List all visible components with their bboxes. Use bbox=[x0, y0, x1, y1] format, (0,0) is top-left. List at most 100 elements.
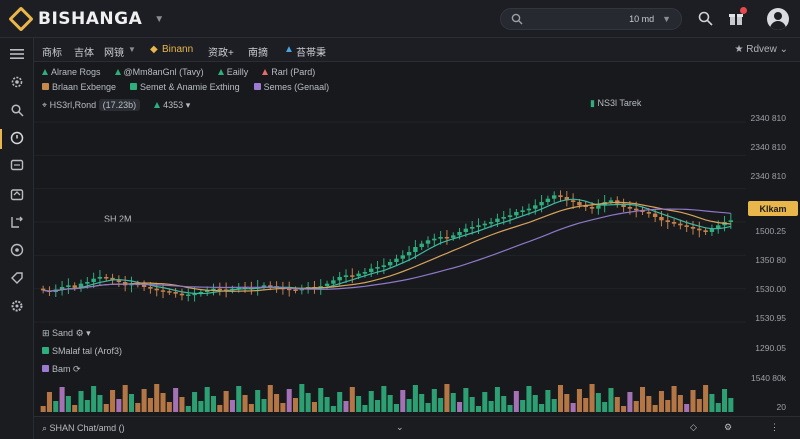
volume-bar bbox=[318, 388, 324, 412]
active-indicator bbox=[0, 129, 2, 149]
search-icon[interactable] bbox=[8, 101, 26, 119]
volume-bar bbox=[135, 403, 141, 412]
menu-item[interactable]: 南摘 bbox=[248, 44, 268, 59]
candle-body bbox=[596, 205, 601, 209]
menu-item[interactable]: 吉体 bbox=[74, 44, 94, 59]
candle-body bbox=[507, 215, 513, 217]
volume-bar bbox=[147, 398, 153, 412]
volume-bar bbox=[362, 405, 368, 412]
volume-bar bbox=[475, 406, 482, 412]
menu-item[interactable]: 网镜 bbox=[104, 44, 124, 59]
menu-item[interactable]: 商标 bbox=[42, 44, 62, 59]
volume-bar bbox=[84, 400, 90, 412]
volume-toggle[interactable]: ⊞ Sand ⚙ ▾ bbox=[42, 328, 91, 339]
chart-area[interactable]: Alrane Rogs @Mm8anGnl (Tavy) Eailly Rarl… bbox=[34, 62, 800, 439]
candle-body bbox=[703, 230, 708, 232]
transfer-icon[interactable] bbox=[8, 213, 26, 231]
menu-item[interactable]: 苔帯秉 bbox=[296, 44, 326, 59]
candle-body bbox=[469, 227, 475, 229]
volume-bar bbox=[229, 400, 235, 412]
diamond-icon: ◆ bbox=[150, 44, 158, 55]
search-box[interactable]: 10 md ▼ bbox=[500, 8, 682, 30]
candle-body bbox=[671, 222, 677, 224]
bottom-text: ⌕ SHAN Chat/amd () bbox=[42, 423, 125, 433]
more-icon[interactable]: ⋮ bbox=[770, 422, 779, 433]
candle-body bbox=[419, 243, 424, 247]
star-icon: ★ bbox=[734, 44, 747, 55]
menu-icon[interactable] bbox=[8, 45, 26, 63]
volume-bar bbox=[337, 392, 343, 412]
volume-bar bbox=[110, 390, 116, 412]
volume-bar bbox=[292, 398, 299, 412]
candlestick-chart[interactable] bbox=[34, 62, 800, 439]
volume-bar bbox=[343, 401, 349, 412]
menu-item[interactable]: 资政+ bbox=[208, 44, 234, 59]
volume-bar bbox=[368, 391, 374, 412]
volume-bar bbox=[551, 399, 557, 412]
volume-bar bbox=[646, 396, 652, 412]
review-button[interactable]: ★ Rdvew ⌄ bbox=[735, 44, 789, 55]
volume-bar bbox=[703, 385, 709, 412]
volume-bar bbox=[507, 405, 513, 412]
candle-body bbox=[463, 228, 469, 232]
settings-icon[interactable]: ⚙ bbox=[724, 422, 732, 433]
refresh-icon: ⟳ bbox=[73, 364, 81, 374]
candle-body bbox=[356, 273, 361, 277]
zoom-select[interactable]: 10 md bbox=[629, 14, 654, 24]
candle-body bbox=[425, 240, 431, 244]
volume-bar bbox=[46, 392, 52, 412]
volume-bar bbox=[261, 399, 267, 412]
chevron-down-icon[interactable]: ⌄ bbox=[396, 422, 404, 433]
candle-body bbox=[173, 292, 178, 294]
volume-bar bbox=[444, 384, 450, 412]
target-icon[interactable] bbox=[8, 241, 26, 259]
menu-item-brand[interactable]: Binann bbox=[162, 44, 193, 55]
volume-bar bbox=[690, 390, 696, 412]
ma-line-slow bbox=[43, 208, 731, 292]
volume-bar bbox=[633, 401, 639, 412]
candle-body bbox=[728, 220, 734, 222]
portfolio-icon[interactable] bbox=[8, 185, 26, 203]
price-label: 20 bbox=[776, 402, 786, 412]
volume-bar bbox=[684, 404, 690, 412]
clock-icon[interactable] bbox=[8, 129, 26, 147]
volume-bar bbox=[198, 401, 204, 412]
volume-bar bbox=[349, 387, 355, 412]
settings-icon[interactable] bbox=[8, 297, 26, 315]
eye-icon[interactable]: ◇ bbox=[690, 422, 697, 433]
price-label: 1500.25 bbox=[755, 226, 786, 236]
chevron-down-icon[interactable]: ▼ bbox=[154, 14, 164, 25]
candle-body bbox=[394, 258, 399, 262]
volume-bar bbox=[627, 392, 633, 412]
volume-bar bbox=[501, 396, 507, 412]
volume-bar bbox=[141, 389, 147, 412]
volume-bar bbox=[652, 405, 658, 412]
gear-icon[interactable] bbox=[8, 73, 26, 91]
volume-bar bbox=[589, 384, 595, 412]
chat-icon[interactable] bbox=[8, 157, 26, 175]
chevron-down-icon[interactable]: ▼ bbox=[662, 14, 671, 24]
notifications-icon[interactable] bbox=[728, 7, 747, 26]
price-label: 2340 810 bbox=[750, 142, 786, 152]
candle-body bbox=[160, 290, 166, 292]
candle-body bbox=[381, 265, 387, 267]
volume-bar bbox=[192, 392, 198, 412]
tag-icon[interactable] bbox=[8, 269, 26, 287]
logo[interactable]: BISHANGA ▼ bbox=[8, 6, 164, 32]
menu-bar: 商标 吉体 网镜 ▼ ◆ Binann 资政+ 南摘 ▲ 苔帯秉 ★ Rdvew… bbox=[34, 38, 800, 62]
candle-body bbox=[179, 293, 185, 296]
volume-bar bbox=[356, 396, 362, 412]
candle-body bbox=[217, 288, 223, 291]
volume-bar bbox=[658, 391, 664, 412]
candle-body bbox=[684, 225, 689, 227]
volume-bar bbox=[614, 397, 620, 412]
chevron-down-icon[interactable]: ▼ bbox=[128, 45, 136, 54]
volume-bar bbox=[728, 398, 734, 412]
avatar[interactable] bbox=[767, 8, 789, 30]
candle-body bbox=[293, 289, 298, 291]
volume-bar bbox=[602, 402, 608, 412]
candle-body bbox=[652, 213, 658, 217]
candle-body bbox=[444, 237, 450, 239]
candle-body bbox=[495, 218, 500, 222]
search-icon[interactable] bbox=[698, 11, 713, 26]
